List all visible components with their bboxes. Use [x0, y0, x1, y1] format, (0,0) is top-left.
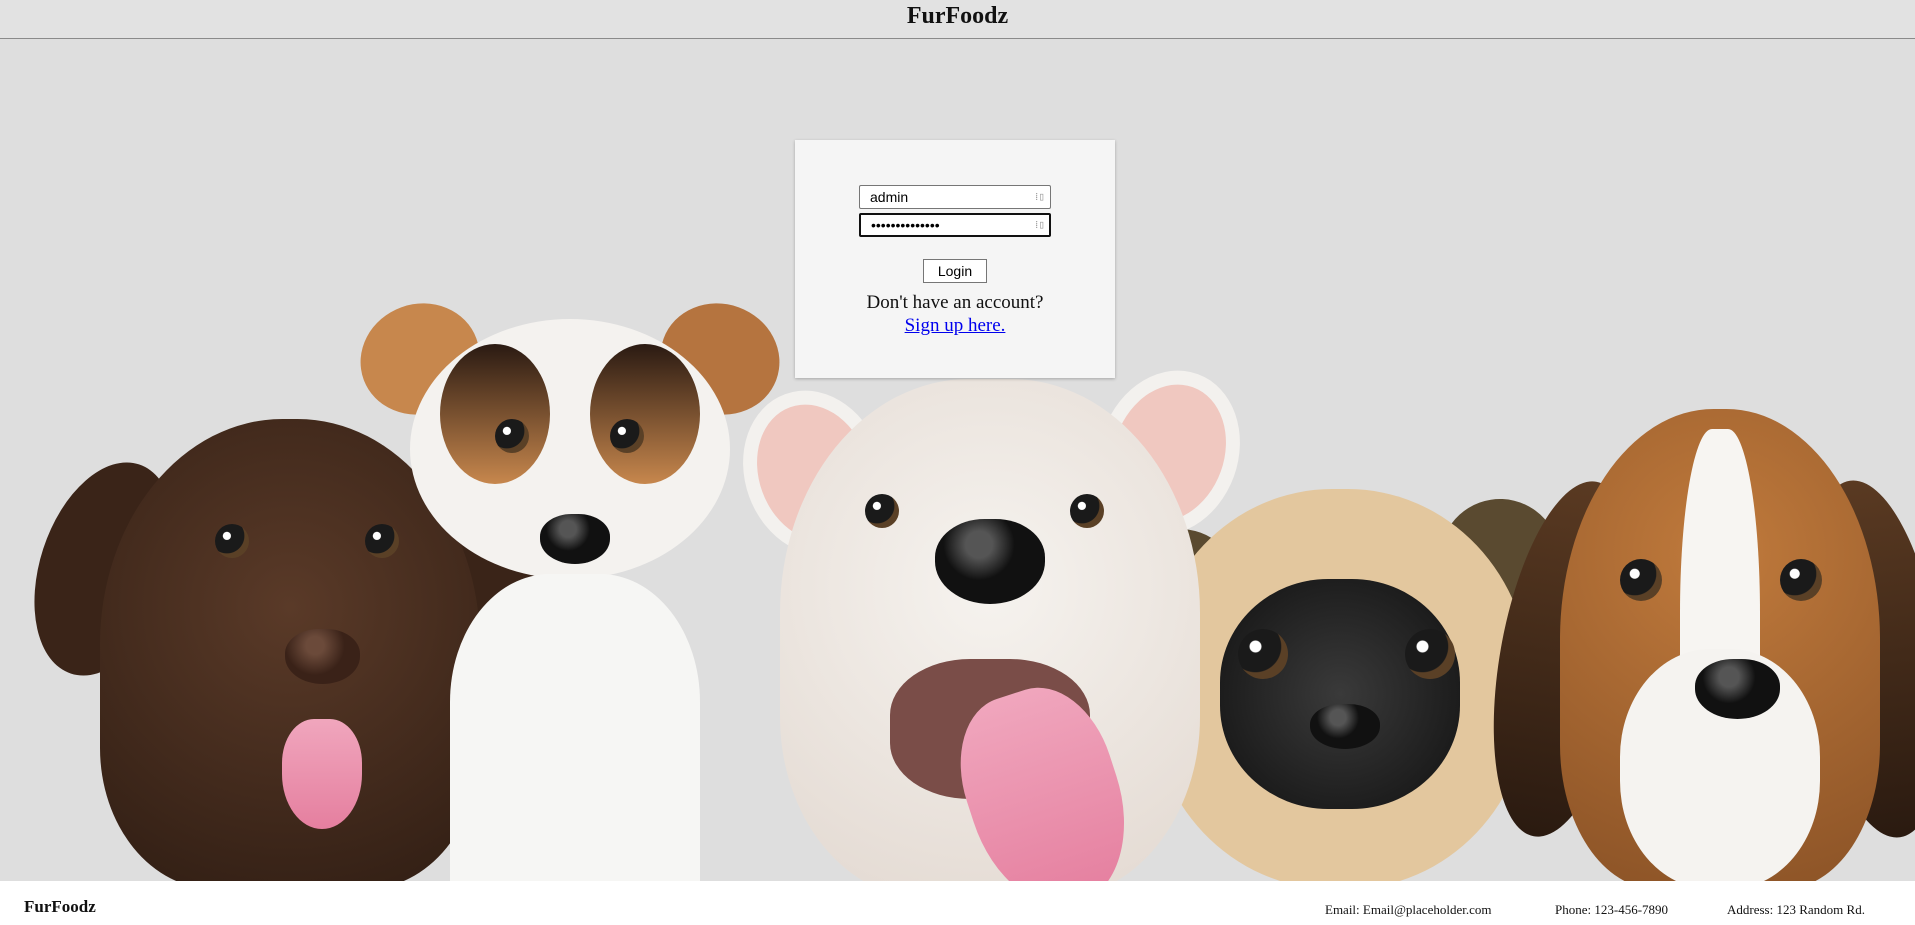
footer-address: Address: 123 Random Rd. — [1727, 902, 1865, 917]
footer: FurFoodz Email: Email@placeholder.com Ph… — [0, 881, 1915, 925]
signup-link[interactable]: Sign up here. — [795, 315, 1115, 337]
dog-beagle — [1469, 409, 1915, 881]
footer-phone: Phone: 123-456-7890 — [1555, 902, 1669, 917]
site-title: FurFoodz — [906, 3, 1009, 29]
password-manager-icon[interactable]: ⁞▯ — [1035, 218, 1045, 232]
top-header: FurFoodz — [0, 0, 1915, 39]
password-input[interactable] — [859, 213, 1051, 237]
dog-bulldog — [720, 350, 1263, 881]
dog-jack-russell — [344, 286, 796, 881]
footer-brand: FurFoodz — [24, 897, 96, 916]
footer-email: Email: Email@placeholder.com — [1325, 902, 1492, 917]
page: FurFoodz admin ⁞▯ •••••••••••••• ⁞▯ Logi… — [0, 0, 1915, 925]
no-account-text: Don't have an account? — [866, 292, 1044, 313]
login-form: ⁞▯ ⁞▯ Login Don't have an account? Sign … — [795, 140, 1115, 378]
login-button[interactable]: Login — [923, 259, 987, 283]
username-input[interactable] — [859, 185, 1051, 209]
password-manager-icon[interactable]: ⁞▯ — [1035, 190, 1045, 204]
